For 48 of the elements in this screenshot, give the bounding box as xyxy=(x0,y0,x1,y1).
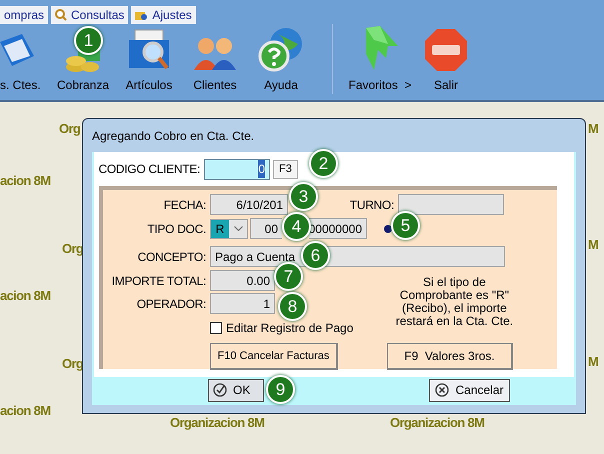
wallpaper-text: Organizacion 8M xyxy=(170,415,264,431)
check-circle-icon xyxy=(213,383,227,397)
toolbar-button[interactable]: Artículos xyxy=(116,28,182,94)
wallpaper-text: acion 8M xyxy=(0,403,50,419)
folder-magnifier-icon xyxy=(127,28,171,72)
cancel-button[interactable]: Cancelar xyxy=(429,378,510,402)
toolbar-button[interactable]: Favoritos > xyxy=(347,24,413,94)
wallpaper-text: M xyxy=(588,121,598,137)
wallpaper-text: Org xyxy=(59,121,80,137)
toolbar-button[interactable]: Ayuda xyxy=(248,26,314,94)
wallpaper-text: Organizacion 8M xyxy=(390,415,484,431)
toolbar-button[interactable]: Clientes xyxy=(182,34,248,94)
lookup-button[interactable]: F3 xyxy=(273,160,298,178)
edit-payment-checkbox[interactable]: Editar Registro de Pago xyxy=(210,319,354,337)
wallpaper-text: M xyxy=(588,354,598,370)
date-field[interactable]: 6/10/201 xyxy=(210,194,288,215)
shift-field[interactable] xyxy=(398,194,504,215)
close-circle-icon xyxy=(435,383,450,397)
wallpaper-text: acion 8M xyxy=(0,173,50,189)
document-type-dropdown[interactable]: R xyxy=(210,218,248,238)
field-label: CODIGO CLIENTE: xyxy=(97,161,201,178)
field-label: CONCEPTO: xyxy=(136,248,207,266)
wallpaper-text: acion 8M xyxy=(0,288,50,304)
field-label: TIPO DOC. xyxy=(146,220,207,238)
toolbar-button[interactable]: s. Ctes. xyxy=(0,32,50,94)
window-title: Agregando Cobro en Cta. Cte. xyxy=(92,128,256,144)
operator-field[interactable]: 1 xyxy=(210,293,275,314)
chevron-down-icon xyxy=(234,226,242,231)
magnifier-icon xyxy=(55,9,68,21)
field-label: FECHA: xyxy=(162,196,207,214)
amount-field[interactable]: 0.00 xyxy=(210,270,275,291)
ok-button[interactable]: OK xyxy=(208,378,264,402)
field-label: OPERADOR: xyxy=(136,296,207,312)
stop-sign-icon xyxy=(424,28,468,72)
field-label: IMPORTE TOTAL: xyxy=(110,272,207,290)
wallpaper-text: M xyxy=(588,237,598,253)
menu-tab[interactable]: Ajustes xyxy=(131,6,196,24)
toolbar-button[interactable]: Salir xyxy=(413,28,479,94)
field-label: TURNO: xyxy=(348,196,395,214)
help-globe-icon xyxy=(258,26,304,72)
menu-tab[interactable]: Consultas xyxy=(51,6,128,24)
third-party-values-button[interactable]: F9 Valores 3ros. xyxy=(387,343,513,370)
document-prefix-field[interactable]: 00 xyxy=(250,218,282,239)
menu-tab[interactable]: ompras xyxy=(0,6,48,24)
cancel-invoices-button[interactable]: F10 Cancelar Facturas xyxy=(210,343,338,370)
customer-code-field[interactable]: 0 xyxy=(204,158,270,180)
receipt-note: Si el tipo de Comprobante es "R" (Recibo), el importe restará en la Cta. Cte. xyxy=(394,276,514,330)
document-number-field[interactable]: 00000000 xyxy=(309,218,367,239)
